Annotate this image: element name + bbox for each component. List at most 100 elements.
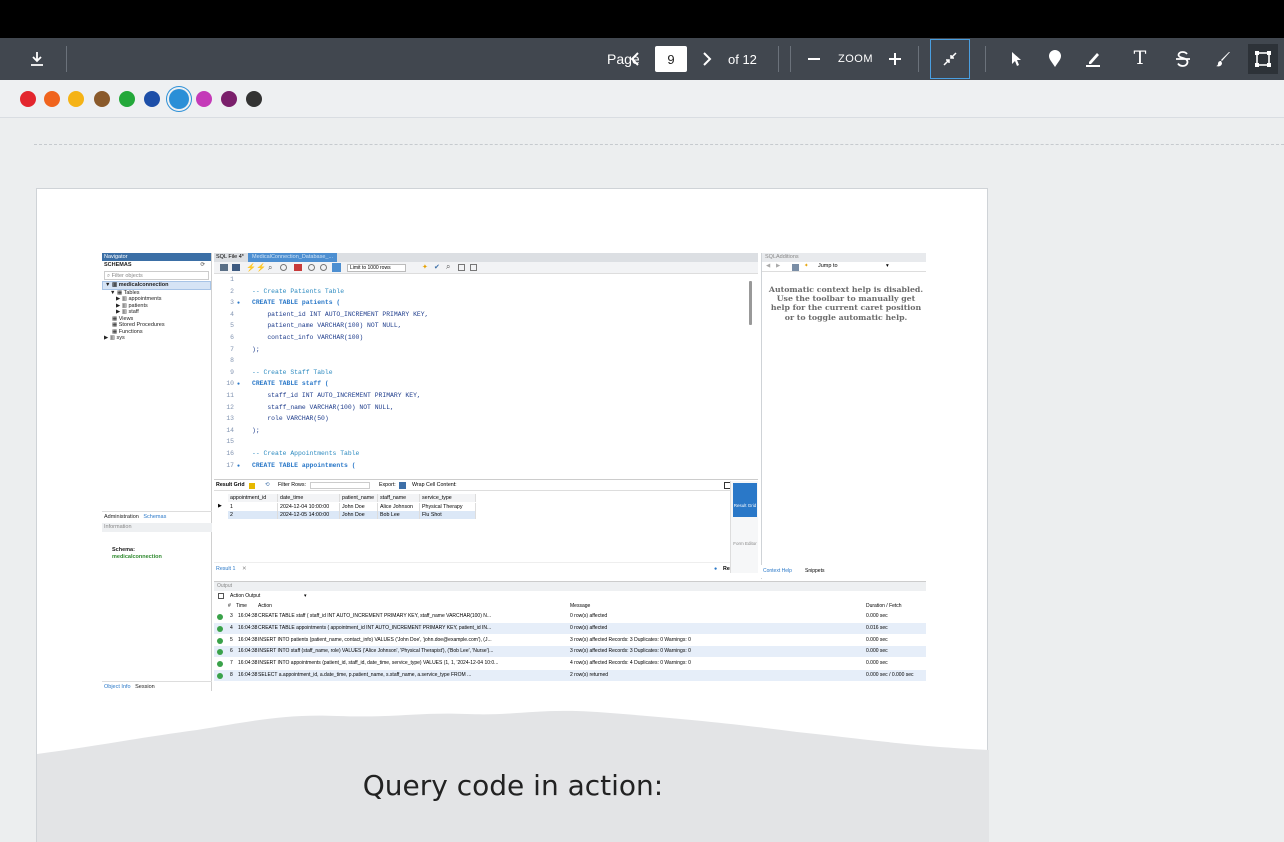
- grid-cell[interactable]: 2: [228, 511, 278, 519]
- chevron-down-icon[interactable]: ▾: [304, 591, 307, 601]
- color-swatch[interactable]: [221, 91, 237, 107]
- output-row[interactable]: 8 16:04:38 SELECT a.appointment_id, a.date…: [214, 670, 926, 681]
- execute-icon[interactable]: ⚡: [246, 263, 256, 272]
- result-grid-label[interactable]: Result Grid: [216, 480, 245, 491]
- jump-to-select[interactable]: Jump to: [818, 263, 888, 269]
- find-icon[interactable]: ✔: [434, 263, 440, 271]
- open-icon[interactable]: [220, 264, 228, 271]
- grid-cell[interactable]: John Doe: [340, 511, 378, 519]
- color-swatch[interactable]: [94, 91, 110, 107]
- output-row[interactable]: 5 16:04:38 INSERT INTO patients (patient_n…: [214, 635, 926, 646]
- result-grid-side-button[interactable]: Result Grid: [733, 483, 757, 517]
- brush-tool-button[interactable]: [1212, 48, 1234, 70]
- db-node[interactable]: ▼ ▥ medicalconnection: [102, 281, 211, 290]
- save-icon[interactable]: [232, 264, 240, 271]
- prev-page-button[interactable]: [625, 48, 645, 70]
- chevron-down-icon[interactable]: ▾: [886, 263, 889, 269]
- grid-column-header[interactable]: patient_name: [340, 494, 378, 502]
- text-tool-button[interactable]: T: [1130, 47, 1150, 69]
- toggle-error-icon[interactable]: [294, 264, 302, 271]
- tab-medical-db[interactable]: MedicalConnection_Database_...: [248, 253, 338, 262]
- grid-cell[interactable]: Flu Shot: [420, 511, 476, 519]
- color-swatch[interactable]: [196, 91, 212, 107]
- grid-icon[interactable]: [249, 483, 255, 489]
- output-row[interactable]: 3 16:04:38 CREATE TABLE staff ( staff_id I…: [214, 611, 926, 622]
- execute-marker-icon[interactable]: ●: [237, 379, 240, 389]
- rectangle-tool-button[interactable]: [1248, 44, 1278, 74]
- search-replace-icon[interactable]: ⌕: [446, 262, 450, 272]
- auto-help-icon[interactable]: ✦: [804, 263, 809, 269]
- stop-icon[interactable]: [280, 264, 287, 271]
- download-button[interactable]: [26, 48, 48, 70]
- color-swatch[interactable]: [119, 91, 135, 107]
- tab-object-info[interactable]: Object Info: [104, 684, 131, 690]
- grid-cell[interactable]: 1: [228, 503, 278, 511]
- tab-sql-file[interactable]: SQL File 4*: [216, 254, 244, 260]
- grid-cell[interactable]: Physical Therapy: [420, 503, 476, 511]
- color-swatch[interactable]: [44, 91, 60, 107]
- result-tab[interactable]: Result 1: [216, 563, 235, 576]
- grid-column-header[interactable]: staff_name: [378, 494, 420, 502]
- line-number: 3: [230, 299, 234, 307]
- explain-icon[interactable]: ⌕: [268, 263, 272, 273]
- highlight-tool-button[interactable]: [1082, 48, 1104, 70]
- execute-line-icon[interactable]: ⚡: [256, 263, 266, 272]
- color-swatch[interactable]: [20, 91, 36, 107]
- beautify-icon[interactable]: ✦: [422, 263, 428, 271]
- refresh-filter-icon[interactable]: ⟲: [265, 480, 269, 491]
- tab-session[interactable]: Session: [135, 684, 155, 690]
- tab-snippets[interactable]: Snippets: [805, 565, 824, 578]
- select-tool-button[interactable]: [1006, 48, 1026, 70]
- execute-marker-icon[interactable]: ●: [237, 298, 240, 308]
- pin-tool-button[interactable]: [1045, 48, 1065, 70]
- output-row[interactable]: 6 16:04:38 INSERT INTO staff (staff_name, …: [214, 646, 926, 658]
- tab-administration[interactable]: Administration: [104, 514, 139, 520]
- grid-cell[interactable]: Bob Lee: [378, 511, 420, 519]
- zoom-out-button[interactable]: [803, 48, 825, 70]
- zoom-in-button[interactable]: [884, 48, 906, 70]
- sys-node[interactable]: ▶ ▥ sys: [102, 335, 211, 342]
- output-row[interactable]: 7 16:04:38 INSERT INTO appointments (patie…: [214, 658, 926, 669]
- wrap-icon[interactable]: [470, 264, 477, 271]
- line-number: 6: [230, 334, 234, 341]
- tab-context-help[interactable]: Context Help: [763, 565, 792, 578]
- strikethrough-tool-button[interactable]: [1172, 48, 1194, 70]
- refresh-icon[interactable]: ⟳: [200, 261, 205, 270]
- filter-objects-input[interactable]: ⌕ Filter objects: [104, 271, 209, 280]
- wrap-cell-icon[interactable]: ⫶: [454, 480, 455, 491]
- color-swatch[interactable]: [144, 91, 160, 107]
- chevron-right-icon: [703, 52, 712, 66]
- execute-marker-icon[interactable]: ●: [237, 461, 240, 471]
- code-area[interactable]: 1 2 -- Create Patients Table 3 ● CREATE TABLE…: [214, 275, 746, 473]
- next-page-button[interactable]: [697, 48, 717, 70]
- autocommit-icon[interactable]: [332, 263, 341, 272]
- grid-cell[interactable]: 2024-12-05 14:00:00: [278, 511, 340, 519]
- color-swatch[interactable]: [246, 91, 262, 107]
- grid-cell[interactable]: Alice Johnson: [378, 503, 420, 511]
- manual-help-icon[interactable]: [792, 264, 799, 271]
- forward-icon[interactable]: ▶: [776, 263, 780, 269]
- rollback-icon[interactable]: [320, 264, 327, 271]
- color-swatch[interactable]: [169, 89, 189, 109]
- fit-page-button[interactable]: [930, 39, 970, 79]
- grid-cell[interactable]: 2024-12-04 10:00:00: [278, 503, 340, 511]
- grid-cell[interactable]: John Doe: [340, 503, 378, 511]
- color-swatch[interactable]: [68, 91, 84, 107]
- export-icon[interactable]: [399, 482, 406, 489]
- invisible-chars-icon[interactable]: [458, 264, 465, 271]
- commit-icon[interactable]: [308, 264, 315, 271]
- output-row[interactable]: 4 16:04:38 CREATE TABLE appointments ( app…: [214, 622, 926, 634]
- close-icon[interactable]: ✕: [242, 563, 246, 576]
- editor-scrollbar[interactable]: [749, 281, 752, 325]
- filter-rows-input[interactable]: [310, 482, 370, 489]
- tab-schemas[interactable]: Schemas: [143, 514, 166, 520]
- limit-rows-select[interactable]: Limit to 1000 rows: [347, 264, 406, 272]
- grid-column-header[interactable]: appointment_id: [228, 494, 278, 502]
- action-output-select[interactable]: Action Output: [230, 591, 260, 601]
- form-editor-side-button[interactable]: Form Editor: [733, 521, 757, 555]
- grid-column-header[interactable]: date_time: [278, 494, 340, 502]
- back-icon[interactable]: ◀: [766, 263, 770, 269]
- grid-column-header[interactable]: service_type: [420, 494, 476, 502]
- page-number-input[interactable]: 9: [655, 46, 687, 72]
- output-copy-icon[interactable]: [218, 593, 224, 599]
